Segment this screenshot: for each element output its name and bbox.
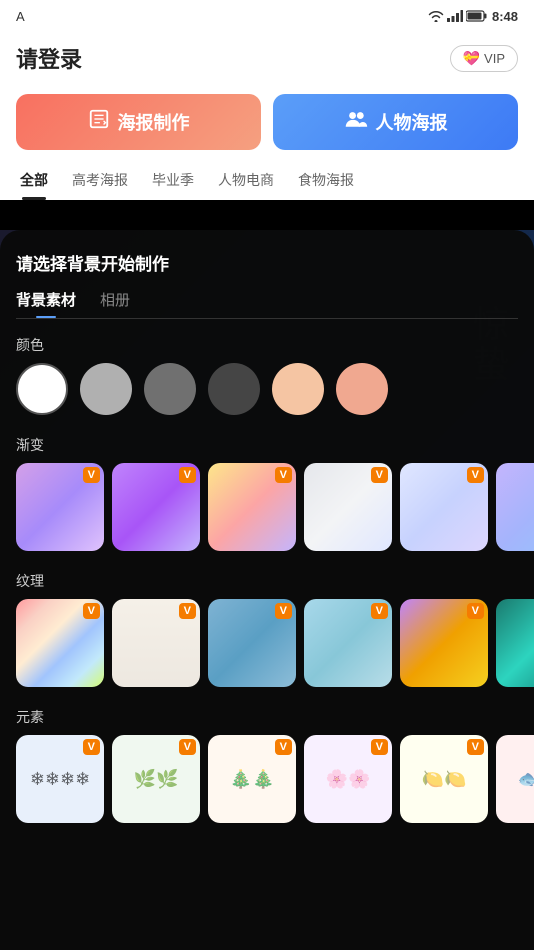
panel-bottom-space	[0, 827, 534, 847]
vip-badge-tex-3: V	[275, 603, 292, 619]
status-bar: A 8:48	[0, 0, 534, 32]
background-selection-panel: 请选择背景开始制作 背景素材 相册 颜色 渐变 V V V V V V	[0, 230, 534, 950]
time-label: 8:48	[492, 9, 518, 24]
vip-label: VIP	[484, 51, 505, 66]
color-row	[0, 363, 534, 419]
vip-badge-tex-1: V	[83, 603, 100, 619]
leaf-pattern: 🌿🌿	[112, 735, 200, 823]
battery-icon	[466, 10, 488, 22]
snowflake-pattern: ❄❄❄❄	[16, 735, 104, 823]
gradient-item-3[interactable]: V	[208, 463, 296, 551]
vip-button[interactable]: 💝 VIP	[450, 45, 518, 72]
cat-tab-person-ecommerce[interactable]: 人物电商	[206, 160, 286, 200]
color-light-gray[interactable]	[80, 363, 132, 415]
element-item-2[interactable]: V 🌿🌿	[112, 735, 200, 823]
texture-item-3[interactable]: V	[208, 599, 296, 687]
category-tabs: 全部 高考海报 毕业季 人物电商 食物海报	[0, 160, 534, 200]
element-item-4[interactable]: V 🌸🌸	[304, 735, 392, 823]
gradient-item-4[interactable]: V	[304, 463, 392, 551]
vip-badge-1: V	[83, 467, 100, 483]
element-item-1[interactable]: V ❄❄❄❄	[16, 735, 104, 823]
element-item-5[interactable]: V 🍋🍋	[400, 735, 488, 823]
status-right: 8:48	[428, 9, 518, 24]
vip-badge-tex-5: V	[467, 603, 484, 619]
person-icon	[344, 108, 368, 136]
color-medium-gray[interactable]	[144, 363, 196, 415]
color-white[interactable]	[16, 363, 68, 415]
gradient-item-1[interactable]: V	[16, 463, 104, 551]
texture-item-6[interactable]: V	[496, 599, 534, 687]
element-item-6[interactable]: V 🐟🐟	[496, 735, 534, 823]
vip-badge-4: V	[371, 467, 388, 483]
action-row: 海报制作 人物海报	[0, 84, 534, 160]
vip-heart-icon: 💝	[463, 50, 480, 67]
gradient-item-2[interactable]: V	[112, 463, 200, 551]
ball-pattern: 🎄🎄	[208, 735, 296, 823]
lemon-pattern: 🍋🍋	[400, 735, 488, 823]
panel-tab-background[interactable]: 背景素材	[16, 289, 76, 318]
color-dark-gray[interactable]	[208, 363, 260, 415]
element-section-label: 元素	[0, 691, 534, 735]
element-row: V ❄❄❄❄ V 🌿🌿 V 🎄🎄 V 🌸🌸 V 🍋�	[0, 735, 534, 827]
texture-row: V V V V V V	[0, 599, 534, 691]
header: 请登录 💝 VIP	[0, 32, 534, 84]
poster-label: 海报制作	[118, 109, 190, 135]
color-skin[interactable]	[272, 363, 324, 415]
person-poster-label: 人物海报	[376, 109, 448, 135]
texture-item-2[interactable]: V	[112, 599, 200, 687]
texture-item-4[interactable]: V	[304, 599, 392, 687]
texture-item-1[interactable]: V	[16, 599, 104, 687]
vip-badge-5: V	[467, 467, 484, 483]
cat-tab-food[interactable]: 食物海报	[286, 160, 366, 200]
color-peach[interactable]	[336, 363, 388, 415]
vip-badge-3: V	[275, 467, 292, 483]
status-icons	[428, 10, 488, 22]
gradient-item-5[interactable]: V	[400, 463, 488, 551]
element-item-3[interactable]: V 🎄🎄	[208, 735, 296, 823]
cat-tab-gaokao[interactable]: 高考海报	[60, 160, 140, 200]
person-poster-button[interactable]: 人物海报	[273, 94, 518, 150]
poster-icon	[88, 108, 110, 136]
texture-item-5[interactable]: V	[400, 599, 488, 687]
gradient-row: V V V V V V	[0, 463, 534, 555]
carrier-label: A	[16, 9, 25, 24]
poster-button[interactable]: 海报制作	[16, 94, 261, 150]
wifi-icon	[428, 10, 444, 22]
panel-tabs: 背景素材 相册	[0, 275, 534, 318]
vip-badge-tex-4: V	[371, 603, 388, 619]
texture-section-label: 纹理	[0, 555, 534, 599]
cat-tab-all[interactable]: 全部	[8, 160, 60, 200]
header-title: 请登录	[16, 42, 82, 74]
fish-pattern: 🐟🐟	[496, 735, 534, 823]
panel-title: 请选择背景开始制作	[0, 230, 534, 275]
flower-pattern: 🌸🌸	[304, 735, 392, 823]
vip-badge-2: V	[179, 467, 196, 483]
gradient-section-label: 渐变	[0, 419, 534, 463]
cat-tab-graduation[interactable]: 毕业季	[140, 160, 206, 200]
vip-badge-tex-2: V	[179, 603, 196, 619]
signal-icon	[447, 10, 463, 22]
color-section-label: 颜色	[0, 319, 534, 363]
gradient-item-6[interactable]: V	[496, 463, 534, 551]
panel-tab-album[interactable]: 相册	[100, 289, 130, 318]
